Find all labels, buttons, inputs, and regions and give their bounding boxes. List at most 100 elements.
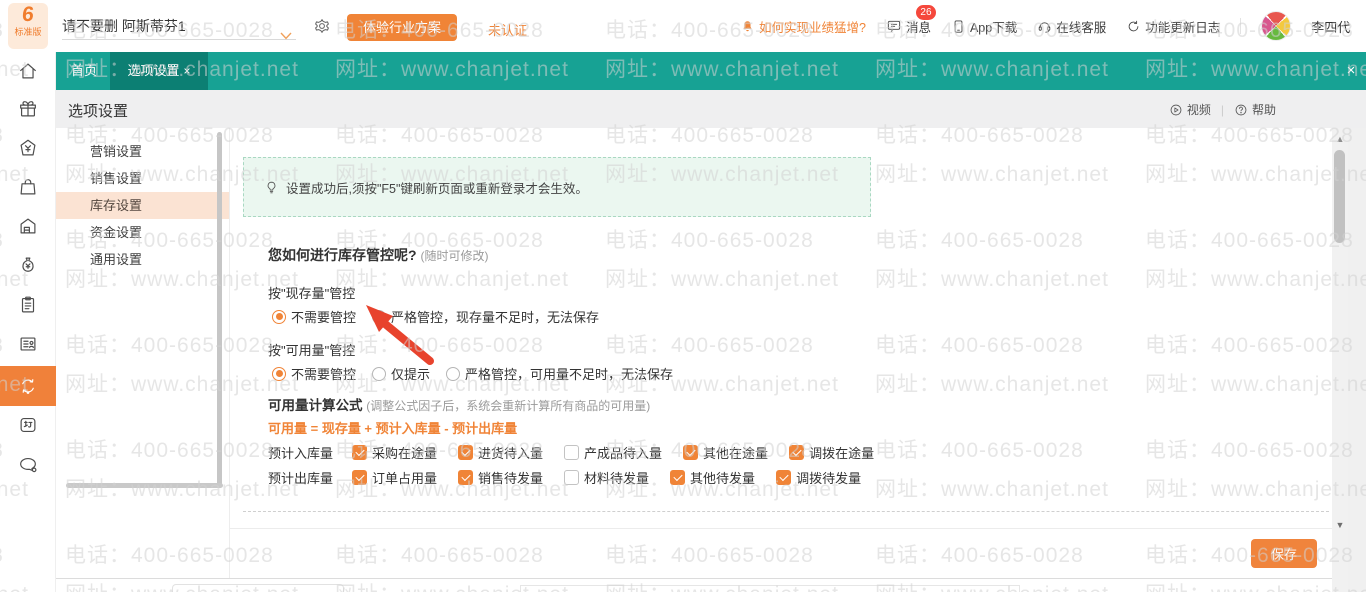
checkbox-option[interactable]: 产成品待入量 [564, 443, 662, 462]
menu-scrollbar-vertical[interactable] [217, 132, 222, 488]
inbound-row: 预计入库量 采购在途量 进货待入量 产成品待入量 其他在途量 调拨在途量 [268, 443, 874, 462]
menu-item-sales[interactable]: 销售设置 [56, 165, 229, 192]
radio-button[interactable] [372, 310, 386, 324]
cutoff-panel [520, 585, 1020, 592]
gift-icon[interactable] [17, 98, 39, 120]
menu-item-inventory[interactable]: 库存设置 [56, 192, 229, 219]
menu-item-marketing[interactable]: 营销设置 [56, 138, 229, 165]
close-icon[interactable]: × [1342, 62, 1360, 80]
avatar[interactable] [1261, 11, 1291, 41]
feedback-chat-icon[interactable] [17, 454, 39, 476]
report-card-icon[interactable] [17, 333, 39, 355]
warehouse-icon[interactable] [17, 215, 39, 237]
trial-industry-plan-button[interactable]: 体验行业方案 [347, 14, 457, 41]
radio-button[interactable] [272, 310, 286, 324]
scroll-up-arrow[interactable]: ▲ [1334, 134, 1346, 144]
help-link[interactable]: 帮助 [1234, 101, 1276, 118]
checkbox-option[interactable]: 其他在途量 [683, 443, 768, 462]
top-bar: 6 标准版 请不要删 阿斯蒂芬1 体验行业方案 未认证 如何实现业绩猛增? [0, 0, 1366, 52]
formula-text: 可用量 = 现存量 + 预计入库量 - 预计出库量 [268, 418, 517, 437]
money-bag-icon[interactable] [17, 254, 39, 276]
scroll-down-arrow[interactable]: ▼ [1334, 520, 1346, 530]
radio-option-strict-control[interactable]: 严格管控，可用量不足时，无法保存 [446, 364, 673, 383]
settings-menu: 营销设置 销售设置 库存设置 资金设置 通用设置 [56, 128, 230, 578]
save-button[interactable]: 保存 [1251, 539, 1317, 568]
radio-option-hint-only[interactable]: 仅提示 [372, 364, 430, 383]
header-actions: 如何实现业绩猛增? 消息 26 App下载 [740, 0, 1350, 52]
available-control-options: 不需要管控 仅提示 严格管控，可用量不足时，无法保存 [272, 364, 673, 383]
checkbox[interactable] [564, 470, 579, 485]
messages-badge: 26 [916, 5, 936, 20]
tab-home-label: 首页 [71, 63, 97, 78]
tab-home[interactable]: 首页 [58, 52, 110, 90]
checkbox-option[interactable]: 调拨在途量 [789, 443, 874, 462]
checkbox[interactable] [670, 470, 685, 485]
app-sidebar [0, 52, 56, 592]
stock-control-label: 按"现存量"管控 [268, 283, 355, 302]
checkbox[interactable] [458, 470, 473, 485]
video-link[interactable]: 视频 [1169, 101, 1211, 118]
checkbox[interactable] [352, 445, 367, 460]
title-links-divider: | [1221, 103, 1224, 117]
radio-button[interactable] [446, 367, 460, 381]
tab-bar: 首页 选项设置× × [56, 52, 1366, 90]
checkbox-option[interactable]: 采购在途量 [352, 443, 437, 462]
changelog-label: 功能更新日志 [1145, 17, 1220, 36]
account-select[interactable]: 请不要删 阿斯蒂芬1 [62, 12, 296, 40]
checkbox[interactable] [564, 445, 579, 460]
tab-close-icon[interactable]: × [184, 64, 191, 78]
app-download-label: App下载 [970, 17, 1017, 36]
radio-option-no-control[interactable]: 不需要管控 [272, 307, 356, 326]
menu-item-funds[interactable]: 资金设置 [56, 219, 229, 246]
checkbox[interactable] [789, 445, 804, 460]
changelog-button[interactable]: 功能更新日志 [1126, 17, 1220, 36]
help-label: 帮助 [1252, 101, 1276, 118]
page-title: 选项设置 [68, 100, 128, 121]
checkbox[interactable] [776, 470, 791, 485]
checkbox-option[interactable]: 进货待入量 [458, 443, 543, 462]
formula-title: 可用量计算公式 (调整公式因子后，系统会重新计算所有商品的可用量) [268, 394, 650, 414]
new-features-icon[interactable] [17, 414, 39, 436]
purchase-bag-icon[interactable] [17, 176, 39, 198]
menu-item-general[interactable]: 通用设置 [56, 246, 229, 273]
messages-button[interactable]: 消息 26 [886, 17, 931, 36]
stock-control-options: 不需要管控 严格管控，现存量不足时，无法保存 [272, 307, 599, 326]
gear-icon[interactable] [313, 17, 331, 35]
checkbox[interactable] [683, 445, 698, 460]
sidebar-item-settings-active[interactable] [0, 366, 56, 406]
menu-scrollbar-horizontal[interactable] [66, 483, 223, 488]
app-logo: 6 标准版 [8, 3, 48, 49]
question-hint: (随时可修改) [420, 249, 488, 263]
tab-options-settings[interactable]: 选项设置× [110, 52, 208, 90]
checkbox-option[interactable]: 订单占用量 [352, 468, 437, 487]
online-service-button[interactable]: 在线客服 [1037, 17, 1106, 36]
radio-option-strict-control[interactable]: 严格管控，现存量不足时，无法保存 [372, 307, 599, 326]
inventory-clipboard-icon[interactable] [17, 294, 39, 316]
app-download-button[interactable]: App下载 [951, 17, 1017, 36]
scrollbar-thumb[interactable] [1334, 150, 1345, 243]
checkbox-option[interactable]: 材料待发量 [564, 468, 649, 487]
checkbox-option[interactable]: 销售待发量 [458, 468, 543, 487]
promo-link[interactable]: 如何实现业绩猛增? [740, 17, 866, 36]
radio-button[interactable] [272, 367, 286, 381]
formula-hint: (调整公式因子后，系统会重新计算所有商品的可用量) [366, 399, 650, 413]
chevron-down-icon [280, 21, 292, 49]
section-divider [243, 511, 1329, 512]
promo-label: 如何实现业绩猛增? [759, 17, 866, 36]
video-label: 视频 [1187, 101, 1211, 118]
cutoff-panel [172, 584, 344, 592]
not-certified-link[interactable]: 未认证 [488, 20, 527, 39]
outbound-row: 预计出库量 订单占用量 销售待发量 材料待发量 其他待发量 调拨待发量 [268, 468, 861, 487]
logo-edition-label: 标准版 [8, 27, 48, 37]
radio-option-no-control[interactable]: 不需要管控 [272, 364, 356, 383]
checkbox[interactable] [458, 445, 473, 460]
bottom-divider [0, 578, 1366, 579]
radio-button[interactable] [372, 367, 386, 381]
checkbox[interactable] [352, 470, 367, 485]
outbound-label: 预计出库量 [268, 468, 352, 487]
checkbox-option[interactable]: 调拨待发量 [776, 468, 861, 487]
question-title: 您如何进行库存管控呢? (随时可修改) [268, 245, 488, 265]
home-icon[interactable] [17, 60, 39, 82]
checkbox-option[interactable]: 其他待发量 [670, 468, 755, 487]
marketing-icon[interactable] [17, 137, 39, 159]
